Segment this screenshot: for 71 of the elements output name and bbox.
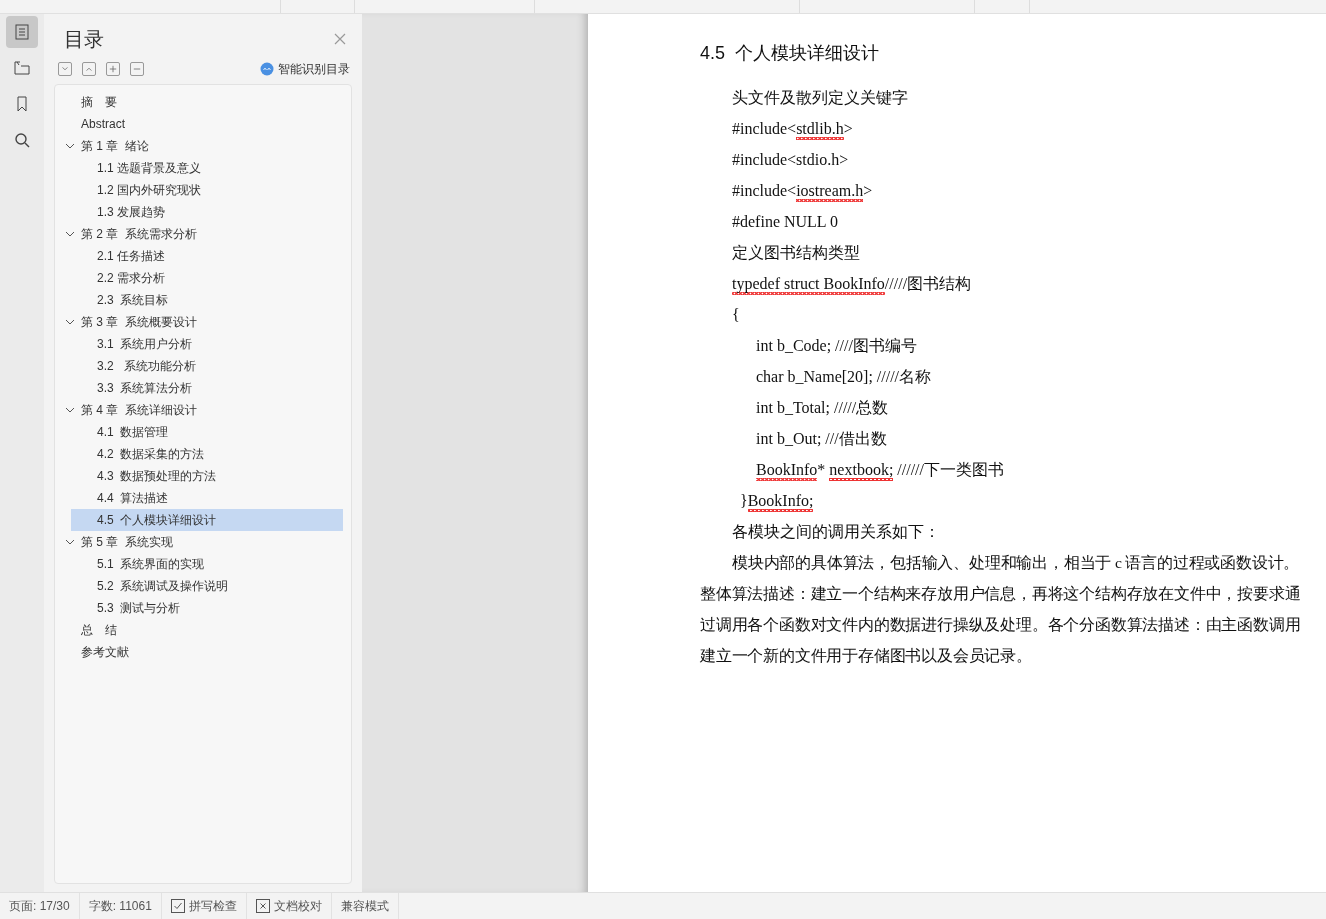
expand-all-button[interactable]: [58, 62, 72, 76]
status-button[interactable]: 拼写检查: [161, 893, 247, 919]
toc-item[interactable]: 3.1 系统用户分析: [71, 333, 343, 355]
status-button[interactable]: 文档校对: [246, 893, 332, 919]
toc-item[interactable]: 3.2 系统功能分析: [71, 355, 343, 377]
status-text: 字数: 11061: [79, 893, 162, 919]
toc-item[interactable]: 2.2 需求分析: [71, 267, 343, 289]
code-line: #include<iostream.h>: [700, 175, 1304, 206]
code-line: char b_Name[20]; /////名称: [755, 367, 933, 387]
toc-item[interactable]: 3.3 系统算法分析: [71, 377, 343, 399]
chevron-down-icon: [61, 65, 69, 73]
toc-item[interactable]: 4.5 个人模块详细设计: [71, 509, 343, 531]
code-line: {: [731, 305, 741, 325]
document-list-icon: [13, 23, 31, 41]
code-line: BookInfo* nextbook; //////下一类图书: [700, 454, 1304, 485]
checkbox-check-icon: [170, 899, 185, 913]
toc-item[interactable]: 1.1 选题背景及意义: [71, 157, 343, 179]
code-line: int b_Code; ////图书编号: [755, 336, 918, 356]
panel-title: 目录: [64, 27, 104, 52]
chevron-down-icon[interactable]: [65, 537, 75, 547]
toc-item[interactable]: 参考文献: [77, 641, 343, 663]
chevron-up-icon: [85, 65, 93, 73]
toc-item[interactable]: 4.3 数据预处理的方法: [71, 465, 343, 487]
toc-item[interactable]: 1.3 发展趋势: [71, 201, 343, 223]
toc-item[interactable]: 第 3 章 系统概要设计: [77, 311, 343, 333]
toc-item[interactable]: 第 2 章 系统需求分析: [77, 223, 343, 245]
toc-item[interactable]: 5.2 系统调试及操作说明: [71, 575, 343, 597]
code-line: int b_Total; /////总数: [755, 398, 890, 418]
search-icon: [13, 131, 31, 149]
code-line: 头文件及散列定义关键字: [731, 88, 909, 108]
toc-item[interactable]: 第 5 章 系统实现: [77, 531, 343, 553]
code-line: 定义图书结构类型: [731, 243, 861, 263]
chevron-down-icon[interactable]: [65, 317, 75, 327]
toc-item[interactable]: 5.1 系统界面的实现: [71, 553, 343, 575]
folder-icon: [13, 59, 31, 77]
status-text: 页面: 17/30: [0, 893, 80, 919]
toc-item[interactable]: Abstract: [77, 113, 343, 135]
remove-button[interactable]: [130, 62, 144, 76]
smart-toc-button[interactable]: 智能识别目录: [260, 60, 350, 78]
toc-item[interactable]: 2.3 系统目标: [71, 289, 343, 311]
toc-item[interactable]: 4.1 数据管理: [71, 421, 343, 443]
chevron-down-icon[interactable]: [65, 141, 75, 151]
toc-item[interactable]: 总 结: [77, 619, 343, 641]
status-text: 兼容模式: [331, 893, 399, 919]
toc-item[interactable]: 第 1 章 绪论: [77, 135, 343, 157]
collapse-all-button[interactable]: [82, 62, 96, 76]
code-line: #define NULL 0: [731, 212, 840, 232]
checkbox-cross-icon: [255, 899, 270, 913]
code-line: #include<stdio.h>: [731, 150, 850, 170]
toc-item[interactable]: 2.1 任务描述: [71, 245, 343, 267]
plus-icon: [109, 65, 117, 73]
toc-item[interactable]: 1.2 国内外研究现状: [71, 179, 343, 201]
code-line: typedef struct BookInfo/////图书结构: [700, 268, 1304, 299]
code-line: int b_Out; ///借出数: [755, 429, 888, 449]
add-button[interactable]: [106, 62, 120, 76]
section-heading: 4.5 个人模块详细设计: [700, 42, 881, 65]
toc-item[interactable]: 第 4 章 系统详细设计: [77, 399, 343, 421]
code-line: }BookInfo;: [700, 485, 1304, 516]
chevron-down-icon[interactable]: [65, 405, 75, 415]
code-line: #include<stdlib.h>: [700, 113, 1304, 144]
chevron-down-icon[interactable]: [65, 229, 75, 239]
toc-item[interactable]: 5.3 测试与分析: [71, 597, 343, 619]
toc-item[interactable]: 摘 要: [77, 91, 343, 113]
code-line: 各模块之间的调用关系如下：: [731, 522, 941, 542]
minus-icon: [133, 65, 141, 73]
smart-icon: [260, 62, 274, 76]
body-paragraph: 模块内部的具体算法，包括输入、处理和输出，相当于 c 语言的过程或函数设计。整体算法描述：建立一个结构来存放用户信息，再将这个结构存放在文件中，按要求通过调用各个函数对文件内的数据进行操纵及处理。各个分函数算法描述：由主函数调用建立一个新的文件用于存储图书以及会员记录。: [700, 553, 1302, 666]
close-button[interactable]: [334, 32, 348, 46]
close-icon: [334, 33, 346, 45]
toc-item[interactable]: 4.4 算法描述: [71, 487, 343, 509]
toc-item[interactable]: 4.2 数据采集的方法: [71, 443, 343, 465]
